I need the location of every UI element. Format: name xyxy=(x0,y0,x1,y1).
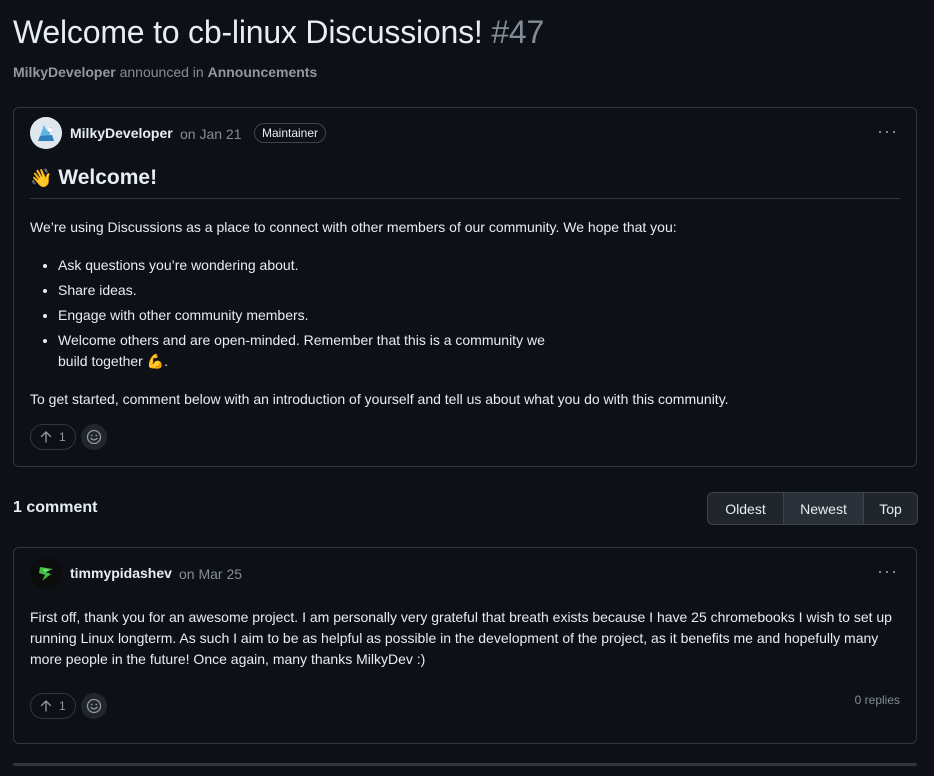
meta-category-link[interactable]: Announcements xyxy=(208,64,318,80)
meta-author-link[interactable]: MilkyDeveloper xyxy=(13,64,116,80)
divider xyxy=(13,763,917,766)
comment-body: First off, thank you for an awesome proj… xyxy=(30,609,892,667)
post-closing: To get started, comment below with an in… xyxy=(30,391,729,407)
waving-hand-icon: 👋 xyxy=(30,168,53,188)
kebab-horizontal-icon[interactable]: ··· xyxy=(877,122,898,140)
upvote-count: 1 xyxy=(59,699,66,713)
sort-newest-button[interactable]: Newest xyxy=(783,493,863,524)
upvote-button[interactable]: 1 xyxy=(30,424,76,450)
post-intro: We’re using Discussions as a place to co… xyxy=(30,219,677,235)
arrow-up-icon xyxy=(40,431,52,443)
meta-announced-text: announced in xyxy=(119,64,204,80)
post-bullet-list: Ask questions you’re wondering about. Sh… xyxy=(58,255,558,376)
list-item: Ask questions you’re wondering about. xyxy=(58,255,558,276)
discussion-number: #47 xyxy=(491,14,545,50)
sort-oldest-button[interactable]: Oldest xyxy=(708,493,783,524)
upvote-count: 1 xyxy=(59,430,66,444)
comment-date[interactable]: on Mar 25 xyxy=(179,566,242,582)
post-date[interactable]: on Jan 21 xyxy=(180,126,242,142)
discussion-title-text: Welcome to cb-linux Discussions! xyxy=(13,14,483,50)
list-item: Engage with other community members. xyxy=(58,305,558,326)
smiley-icon xyxy=(86,429,102,445)
kebab-horizontal-icon[interactable]: ··· xyxy=(877,562,898,580)
discussion-post: MilkyDeveloper on Jan 21 Maintainer ··· … xyxy=(13,107,917,467)
discussion-meta: MilkyDeveloper announced in Announcement… xyxy=(13,64,317,80)
post-heading: 👋 Welcome! xyxy=(30,166,900,199)
avatar[interactable] xyxy=(30,557,62,589)
comment-count: 1 comment xyxy=(13,499,98,516)
avatar[interactable] xyxy=(30,117,62,149)
arrow-up-icon xyxy=(40,700,52,712)
smiley-icon xyxy=(86,698,102,714)
replies-count[interactable]: 0 replies xyxy=(855,693,900,707)
post-author-link[interactable]: MilkyDeveloper xyxy=(70,125,173,141)
comment-author-link[interactable]: timmypidashev xyxy=(70,565,172,581)
comment-sort-control: Oldest Newest Top xyxy=(707,492,918,525)
list-item: Welcome others and are open-minded. Reme… xyxy=(58,330,558,372)
add-reaction-button[interactable] xyxy=(81,693,107,719)
discussion-title: Welcome to cb-linux Discussions! #47 xyxy=(13,14,544,51)
upvote-button[interactable]: 1 xyxy=(30,693,76,719)
add-reaction-button[interactable] xyxy=(81,424,107,450)
comment-card: timmypidashev on Mar 25 ··· First off, t… xyxy=(13,547,917,744)
maintainer-badge: Maintainer xyxy=(254,123,327,143)
sort-top-button[interactable]: Top xyxy=(863,493,917,524)
post-heading-text: Welcome! xyxy=(58,166,158,189)
list-item: Share ideas. xyxy=(58,280,558,301)
